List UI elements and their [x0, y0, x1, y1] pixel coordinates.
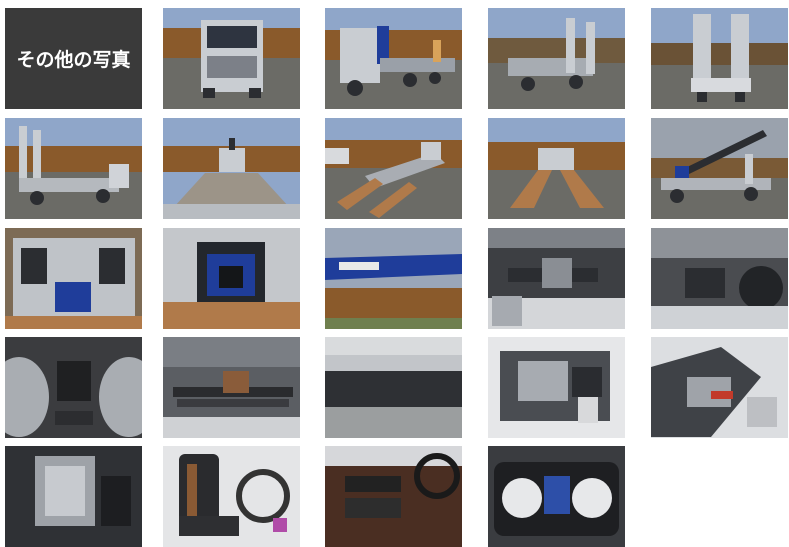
photo-thumbnail-17[interactable]: [325, 337, 462, 438]
photo-thumbnail-12[interactable]: [325, 228, 462, 329]
flatbed-deck-photo-icon: [163, 118, 300, 219]
crane-base-blue-photo-icon: [163, 228, 300, 329]
instrument-cluster-photo-icon: [488, 446, 625, 547]
photo-thumbnail-11[interactable]: [163, 228, 300, 329]
photo-thumbnail-22[interactable]: [325, 446, 462, 547]
photo-thumbnail-4[interactable]: [651, 8, 788, 109]
headboard-compartment-photo-icon: [5, 228, 142, 329]
dashboard-console-photo-icon: [325, 446, 462, 547]
photo-thumbnail-18[interactable]: [488, 337, 625, 438]
photo-thumbnail-5[interactable]: [5, 118, 142, 219]
photo-thumbnail-16[interactable]: [163, 337, 300, 438]
engine-top-photo-icon: [5, 446, 142, 547]
truck-side-ramps-up-photo-icon: [5, 118, 142, 219]
engine-bay-photo-icon: [488, 337, 625, 438]
undercarriage-frame-photo-icon: [488, 228, 625, 329]
photo-thumbnail-19[interactable]: [651, 337, 788, 438]
photo-thumbnail-23[interactable]: [488, 446, 625, 547]
truck-rear-view-photo-icon: [651, 8, 788, 109]
photo-thumbnail-9[interactable]: [651, 118, 788, 219]
tires-underside-photo-icon: [5, 337, 142, 438]
truck-side-crane-photo-icon: [325, 8, 462, 109]
leaf-spring-suspension-photo-icon: [163, 337, 300, 438]
photo-thumbnail-7[interactable]: [325, 118, 462, 219]
photo-thumbnail-20[interactable]: [5, 446, 142, 547]
deck-side-rail-photo-icon: [325, 337, 462, 438]
photo-thumbnail-14[interactable]: [651, 228, 788, 329]
photo-thumbnail-21[interactable]: [163, 446, 300, 547]
gallery-title-tile: その他の写真: [5, 8, 142, 109]
driver-seat-photo-icon: [163, 446, 300, 547]
undercarriage-tank-photo-icon: [651, 228, 788, 329]
photo-thumbnail-8[interactable]: [488, 118, 625, 219]
photo-thumbnail-15[interactable]: [5, 337, 142, 438]
truck-front-photo-icon: [163, 8, 300, 109]
photo-thumbnail-10[interactable]: [5, 228, 142, 329]
crane-extended-photo-icon: [651, 118, 788, 219]
photo-thumbnail-3[interactable]: [488, 8, 625, 109]
ramps-down-side-photo-icon: [325, 118, 462, 219]
ramps-down-rear-photo-icon: [488, 118, 625, 219]
gallery-title: その他の写真: [16, 49, 131, 71]
photo-thumbnail-1[interactable]: [163, 8, 300, 109]
truck-rear-ramps-photo-icon: [488, 8, 625, 109]
photo-thumbnail-6[interactable]: [163, 118, 300, 219]
photo-thumbnail-2[interactable]: [325, 8, 462, 109]
engine-bay-angle-photo-icon: [651, 337, 788, 438]
crane-boom-sky-photo-icon: [325, 228, 462, 329]
photo-thumbnail-13[interactable]: [488, 228, 625, 329]
